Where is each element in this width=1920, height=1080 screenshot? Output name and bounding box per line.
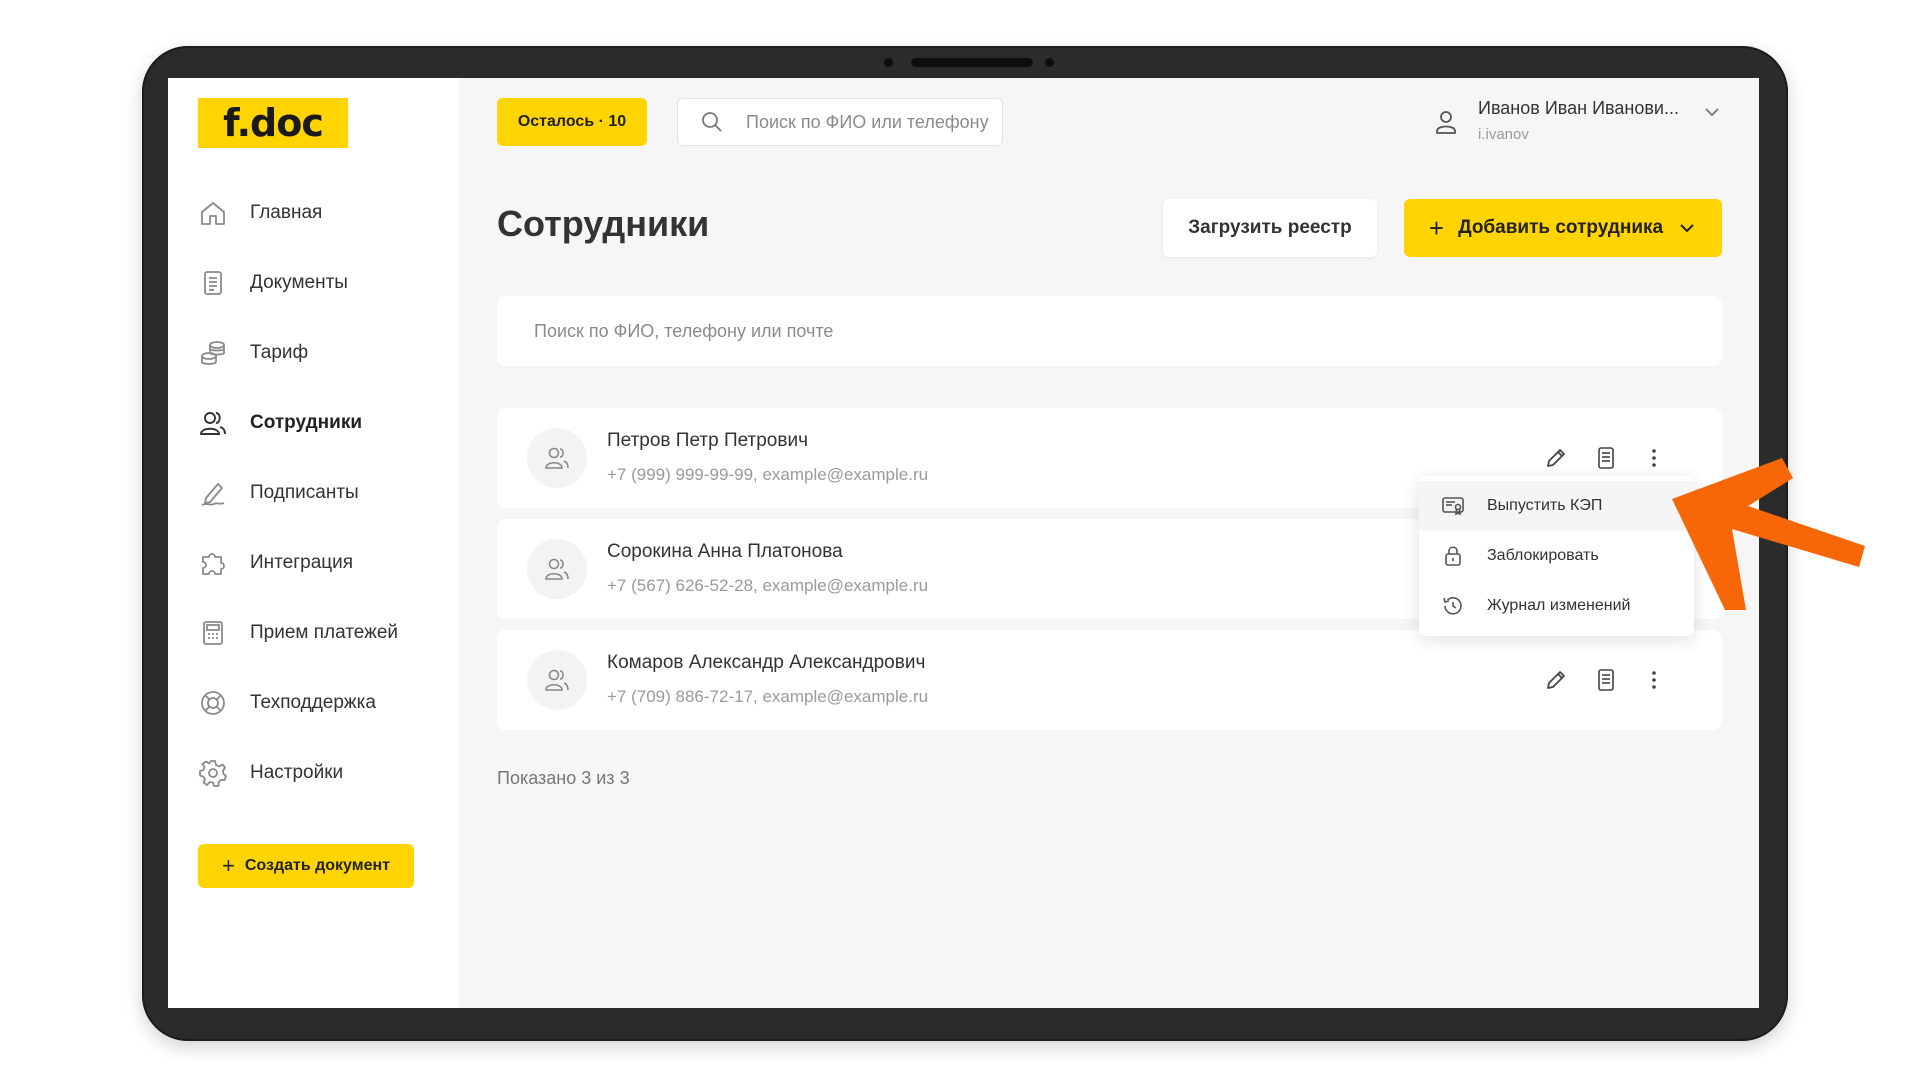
avatar (527, 428, 587, 488)
users-icon (545, 447, 569, 469)
sidebar-item-label: Прием платежей (250, 622, 399, 643)
avatar (527, 539, 587, 599)
documents-button[interactable] (1588, 440, 1624, 476)
users-icon (198, 408, 228, 438)
create-document-label: Создать документ (244, 857, 390, 874)
remaining-badge[interactable]: Осталось · 10 (497, 98, 647, 146)
plus-icon: + (222, 853, 235, 878)
user-icon (1436, 111, 1456, 134)
header-search-input[interactable] (744, 110, 998, 134)
sidebar-item-label: Настройки (250, 762, 344, 783)
sidebar-item-support[interactable]: Техподдержка (198, 668, 448, 738)
employee-name: Сорокина Анна Платонова (607, 541, 843, 562)
sidebar-item-integration[interactable]: Интеграция (198, 528, 448, 598)
home-icon (198, 198, 228, 228)
upload-registry-button[interactable]: Загрузить реестр (1163, 199, 1377, 257)
sidebar-item-documents[interactable]: Документы (198, 248, 448, 318)
document-icon (1598, 669, 1614, 691)
users-icon (545, 558, 569, 580)
sidebar: f.doc Главная Документы Тариф Сотрудники… (168, 78, 458, 1008)
puzzle-icon (198, 548, 228, 578)
lock-icon (1445, 546, 1461, 566)
user-menu[interactable]: Иванов Иван Иванови... i.ivanov (1432, 96, 1732, 156)
sidebar-item-home[interactable]: Главная (198, 178, 448, 248)
add-employee-button[interactable]: + Добавить сотрудника (1404, 199, 1722, 257)
users-icon (545, 669, 569, 691)
row-actions (1532, 656, 1692, 704)
sidebar-item-label: Главная (250, 202, 323, 223)
document-icon (1598, 447, 1614, 469)
employee-search[interactable] (497, 296, 1722, 366)
search-icon (702, 112, 722, 132)
sidebar-item-settings[interactable]: Настройки (198, 738, 448, 808)
speaker-grille (911, 58, 1033, 67)
signature-icon (198, 478, 228, 508)
more-vertical-icon (1652, 671, 1656, 689)
plus-icon: + (1428, 212, 1445, 243)
employee-contact: +7 (709) 886-72-17, example@example.ru (607, 687, 929, 706)
employee-contact: +7 (567) 626-52-28, example@example.ru (607, 576, 929, 595)
employee-contact: +7 (999) 999-99-99, example@example.ru (607, 465, 929, 484)
employee-name: Комаров Александр Александрович (607, 652, 926, 673)
lifebuoy-icon (198, 688, 228, 718)
app-logo[interactable]: f.doc (198, 98, 348, 148)
coins-icon (198, 338, 228, 368)
sidebar-item-label: Документы (250, 272, 348, 293)
menu-item-label: Журнал изменений (1487, 597, 1631, 614)
create-document-button[interactable]: + Создать документ (198, 844, 414, 888)
edit-button[interactable] (1538, 662, 1574, 698)
sidebar-item-label: Интеграция (250, 552, 354, 573)
employee-search-input[interactable] (532, 319, 1636, 343)
pencil-icon (1547, 449, 1565, 467)
sidebar-item-label: Сотрудники (250, 412, 363, 433)
employee-row[interactable]: Комаров Александр Александрович +7 (709)… (497, 630, 1722, 730)
documents-button[interactable] (1588, 662, 1624, 698)
sidebar-item-label: Подписанты (250, 482, 359, 503)
gear-icon (198, 758, 228, 788)
history-icon (1443, 597, 1462, 615)
annotation-arrow (1672, 458, 1865, 610)
menu-item-label: Выпустить КЭП (1487, 497, 1603, 514)
user-name: Иванов Иван Иванови... (1478, 98, 1679, 118)
pencil-icon (1547, 671, 1565, 689)
user-login: i.ivanov (1478, 126, 1529, 143)
sidebar-item-label: Техподдержка (250, 692, 376, 713)
employee-name: Петров Петр Петрович (607, 430, 808, 451)
add-employee-label: Добавить сотрудника (1458, 217, 1664, 238)
chevron-down-icon (1680, 224, 1694, 233)
page-title: Сотрудники (497, 203, 710, 244)
chevron-down-icon (1705, 108, 1719, 117)
avatar (527, 650, 587, 710)
sidebar-nav: Главная Документы Тариф Сотрудники Подпи… (198, 178, 448, 808)
header-search[interactable] (677, 98, 1003, 146)
certificate-icon (1442, 497, 1464, 516)
document-icon (198, 268, 228, 298)
camera-dot (884, 58, 893, 67)
menu-item-label: Заблокировать (1487, 547, 1599, 564)
results-count: Показано 3 из 3 (497, 768, 630, 788)
cash-register-icon (198, 618, 228, 648)
edit-button[interactable] (1538, 440, 1574, 476)
sidebar-item-payments[interactable]: Прием платежей (198, 598, 448, 668)
sidebar-item-tariff[interactable]: Тариф (198, 318, 448, 388)
sidebar-item-employees[interactable]: Сотрудники (198, 388, 448, 458)
sidebar-item-label: Тариф (250, 342, 309, 363)
more-options-button[interactable] (1636, 662, 1672, 698)
sensor-dot (1045, 58, 1054, 67)
app-screen: f.doc Главная Документы Тариф Сотрудники… (168, 78, 1759, 1008)
sidebar-item-signers[interactable]: Подписанты (198, 458, 448, 528)
